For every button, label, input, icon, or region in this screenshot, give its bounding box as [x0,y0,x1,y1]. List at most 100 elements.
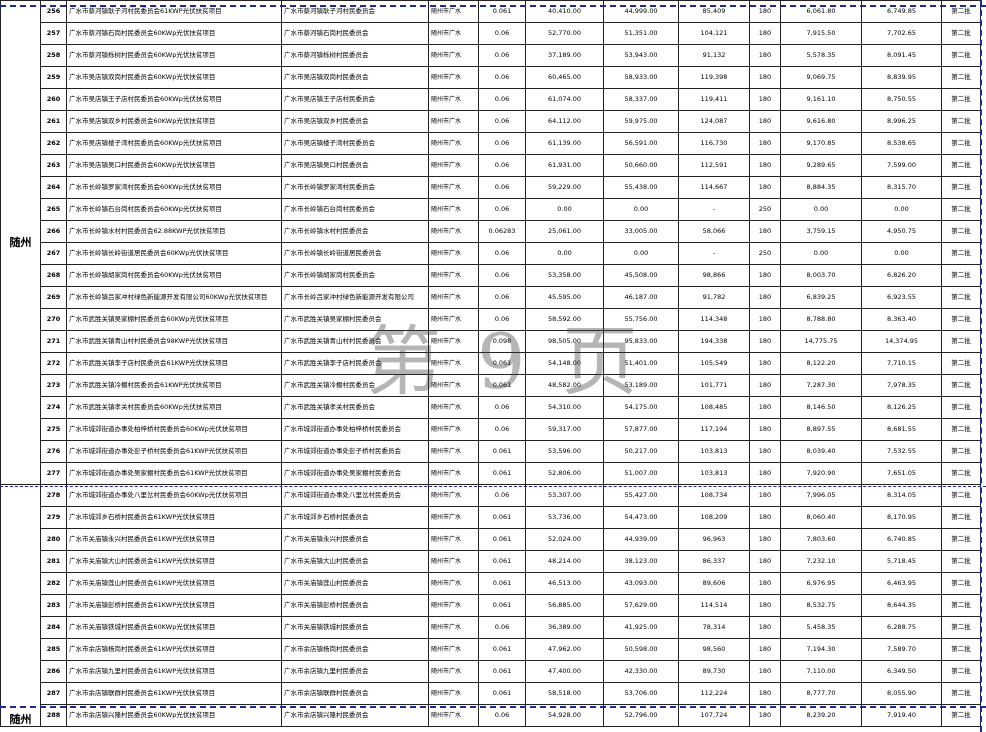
value-b: 50,660.00 [603,154,679,177]
value-a: 45,595.00 [525,286,604,309]
city-name: 随州市广水 [428,682,479,705]
city-name: 随州市广水 [428,528,479,551]
row-number: 261 [40,110,67,133]
amount-c: 8,897.55 [780,418,862,441]
city-name: 随州市广水 [428,440,479,463]
batch-label: 第二批 [941,44,981,67]
organization-name: 广水市吴店镇吴口村民委员会 [281,154,429,177]
value-b: 53,189.00 [603,374,679,397]
unit-price: 0.061 [478,352,526,375]
row-number: 287 [40,682,67,705]
amount-c: 7,915.50 [780,22,862,45]
organization-name: 广水市余店镇杨岗村民委员会 [281,638,429,661]
table-row: 随州 278 广水市城郊街道办事处八里岔村民委员会60KWp光伏扶贫项目 广水市城郊街… [0,484,981,727]
days-count: 180 [749,638,781,661]
energy-total: 91,132 [678,44,750,67]
amount-c: 9,170.85 [780,132,862,155]
batch-label: 第二批 [941,440,981,463]
batch-label: 第二批 [941,0,981,23]
table-row: 262 广水市吴店镇楼子湾村民委员会60KWp光伏扶贫项目 广水市吴店镇楼子湾村民委… [1,132,981,155]
unit-price: 0.061 [478,660,526,683]
days-count: 180 [749,396,781,419]
amount-c: 7,996.05 [780,484,862,507]
city-name: 随州市广水 [428,132,479,155]
organization-name: 广水市城郊街道办事处彭子桥村民委员会 [281,440,429,463]
amount-c: 8,060.40 [780,506,862,529]
unit-price: 0.06 [478,22,526,45]
unit-price: 0.061 [478,506,526,529]
row-number: 268 [40,264,67,287]
amount-d: 8,091.45 [861,44,942,67]
amount-d: 6,740.85 [861,528,942,551]
table-row: 275 广水市城郊街道办事处柏梓桥村民委员会60KWp光伏扶贫项目 广水市城郊街道办… [1,418,981,441]
batch-label: 第二批 [941,330,981,353]
days-count: 180 [749,176,781,199]
batch-label: 第二批 [941,682,981,705]
organization-name: 广水市城郊街道办事处吴家棚村民委员会 [281,462,429,485]
project-name: 广水市武胜关镇冷棚村民委员会61KWP光伏扶贫项目 [66,374,282,397]
unit-price: 0.061 [478,440,526,463]
energy-total: 103,813 [678,462,750,485]
city-name: 随州市广水 [428,0,479,23]
city-name: 随州市广水 [428,220,479,243]
row-number: 269 [40,286,67,309]
amount-c: 7,920.90 [780,462,862,485]
project-name: 广水市城郊街道办事处柏梓桥村民委员会60KWp光伏扶贫项目 [66,418,282,441]
clipped-column-edge [981,0,986,732]
energy-total: 58,066 [678,220,750,243]
row-number: 262 [40,132,67,155]
days-count: 180 [749,220,781,243]
value-a: 64,112.00 [525,110,604,133]
organization-name: 广水市吴店镇王子店村民委员会 [281,88,429,111]
amount-d: 7,651.05 [861,462,942,485]
row-number: 271 [40,330,67,353]
row-number: 264 [40,176,67,199]
amount-d: 8,644.35 [861,594,942,617]
amount-d: 8,315.70 [861,176,942,199]
value-b: 0.00 [603,242,679,265]
project-name: 广水市蔡河镇耿子河村民委员会61KWP光伏扶贫项目 [66,0,282,23]
batch-label: 第二批 [941,506,981,529]
table-row: 268 广水市长岭镇胡家岗村民委员会60KWp光伏扶贫项目 广水市长岭镇胡家岗村民委… [1,264,981,287]
city-name: 随州市广水 [428,66,479,89]
batch-label: 第二批 [941,418,981,441]
unit-price: 0.06 [478,132,526,155]
table-row: 280 广水市关庙镇永兴村民委员会61KWP光伏扶贫项目 广水市关庙镇永兴村民委员会… [1,528,981,551]
row-number: 273 [40,374,67,397]
energy-total: 108,485 [678,396,750,419]
unit-price: 0.06 [478,418,526,441]
table-row: 260 广水市吴店镇王子店村民委员会60KWp光伏扶贫项目 广水市吴店镇王子店村民委… [1,88,981,111]
table-row: 265 广水市长岭镇石台岗村民委员会60KWp光伏扶贫项目 广水市长岭镇石台岗村民委… [1,198,981,221]
value-b: 50,217.00 [603,440,679,463]
batch-label: 第二批 [941,616,981,639]
batch-label: 第二批 [941,550,981,573]
unit-price: 0.06 [478,154,526,177]
value-a: 61,074.00 [525,88,604,111]
amount-c: 5,458.35 [780,616,862,639]
city-name: 随州市广水 [428,44,479,67]
table-row: 259 广水市吴店镇双岗村民委员会60KWp光伏扶贫项目 广水市吴店镇双岗村民委员会… [1,66,981,89]
days-count: 180 [749,330,781,353]
unit-price: 0.061 [478,0,526,23]
table-row: 277 广水市城郊街道办事处吴家棚村民委员会61KWP光伏扶贫项目 广水市城郊街道办… [1,462,981,485]
value-a: 59,317.00 [525,418,604,441]
unit-price: 0.061 [478,550,526,573]
row-number: 256 [40,0,67,23]
table-row: 270 广水市武胜关镇吴家棚村民委员会60KWp光伏扶贫项目 广水市武胜关镇吴家棚村… [1,308,981,331]
organization-name: 广水市余店镇九里村民委员会 [281,660,429,683]
amount-c: 9,616.80 [780,110,862,133]
city-name: 随州市广水 [428,154,479,177]
unit-price: 0.061 [478,462,526,485]
value-a: 56,885.00 [525,594,604,617]
days-count: 180 [749,88,781,111]
days-count: 180 [749,660,781,683]
unit-price: 0.06 [478,396,526,419]
batch-label: 第二批 [941,198,981,221]
batch-label: 第二批 [941,88,981,111]
value-b: 33,005.00 [603,220,679,243]
row-number: 281 [40,550,67,573]
row-number: 280 [40,528,67,551]
days-count: 180 [749,462,781,485]
value-b: 50,598.00 [603,638,679,661]
table-row: 286 广水市余店镇九里村民委员会61KWP光伏扶贫项目 广水市余店镇九里村民委员会… [1,660,981,683]
